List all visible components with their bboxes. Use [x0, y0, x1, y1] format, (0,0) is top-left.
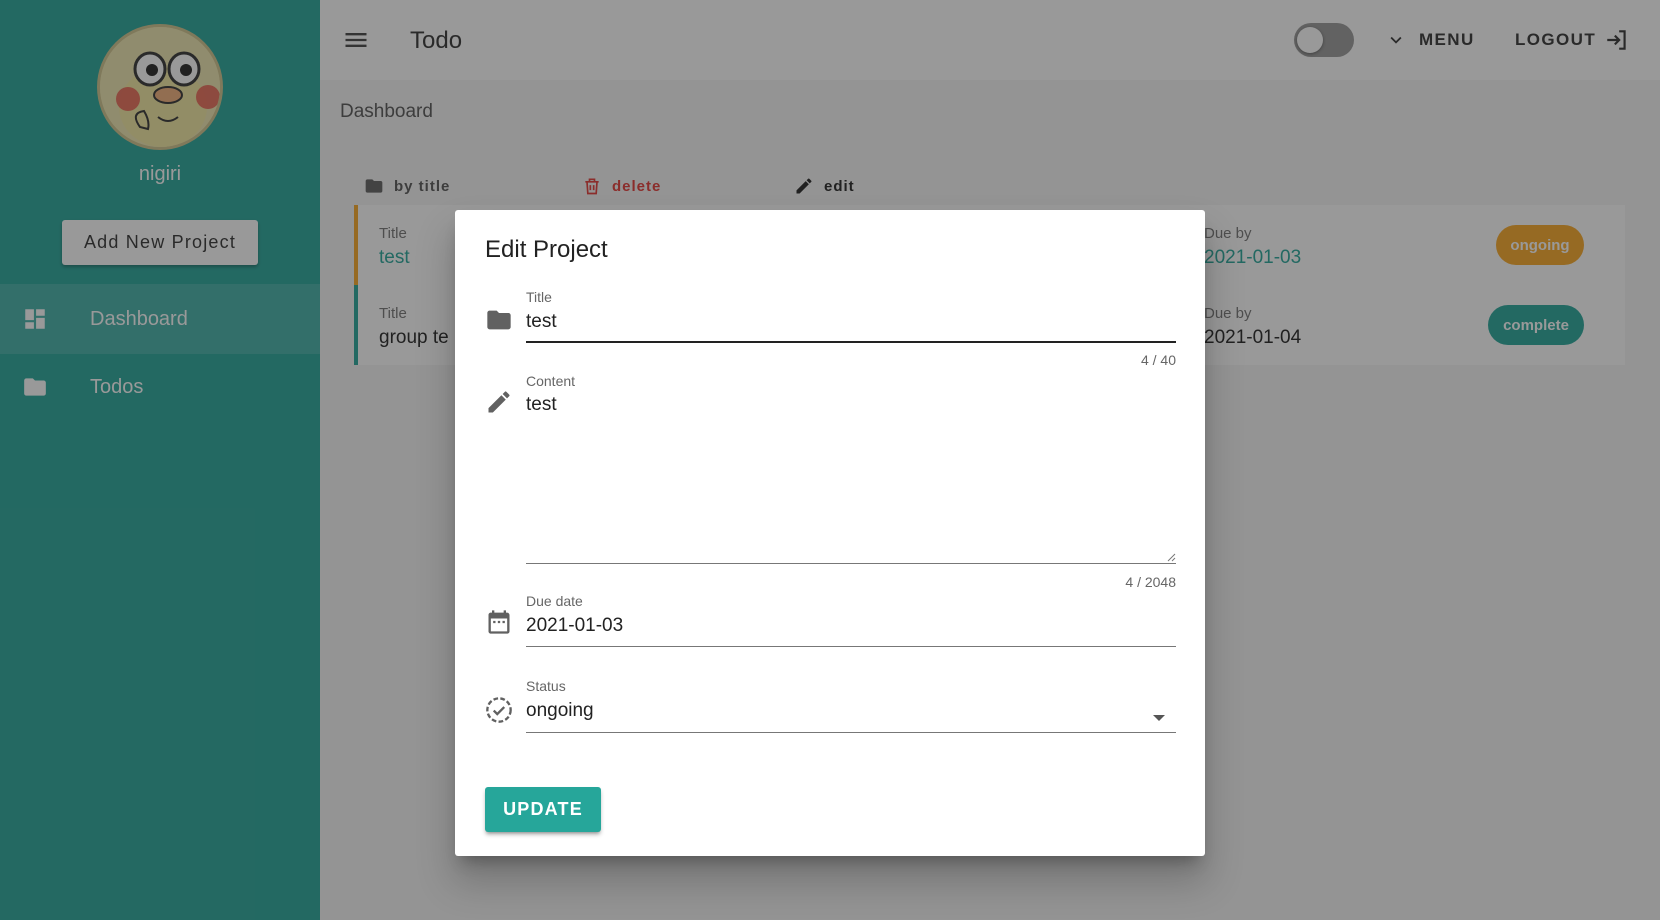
status-field-label: Status	[526, 678, 566, 694]
content-char-counter: 4 / 2048	[1125, 574, 1176, 590]
update-button[interactable]: UPDATE	[485, 787, 601, 832]
dropdown-arrow-icon[interactable]	[1153, 715, 1165, 721]
due-date-underline	[526, 646, 1176, 647]
dialog-title: Edit Project	[485, 236, 608, 263]
title-input[interactable]: test	[526, 311, 557, 333]
edit-project-dialog: Edit Project Title test 4 / 40 Content t…	[455, 210, 1205, 856]
resize-handle-icon[interactable]	[1166, 552, 1176, 562]
calendar-icon	[488, 610, 510, 634]
due-date-input[interactable]: 2021-01-03	[526, 615, 623, 637]
title-input-underline	[526, 341, 1176, 343]
content-textarea[interactable]: test	[526, 394, 557, 416]
pencil-icon	[488, 391, 510, 413]
title-char-counter: 4 / 40	[1140, 352, 1176, 368]
content-field-label: Content	[526, 373, 576, 389]
content-textarea-underline	[526, 563, 1176, 564]
check-circle-dashed-icon	[486, 697, 512, 723]
folder-icon	[487, 310, 511, 330]
status-select[interactable]: ongoing	[526, 700, 594, 722]
status-select-underline	[526, 732, 1176, 733]
due-date-field-label: Due date	[526, 593, 583, 609]
title-field-label: Title	[526, 289, 552, 305]
